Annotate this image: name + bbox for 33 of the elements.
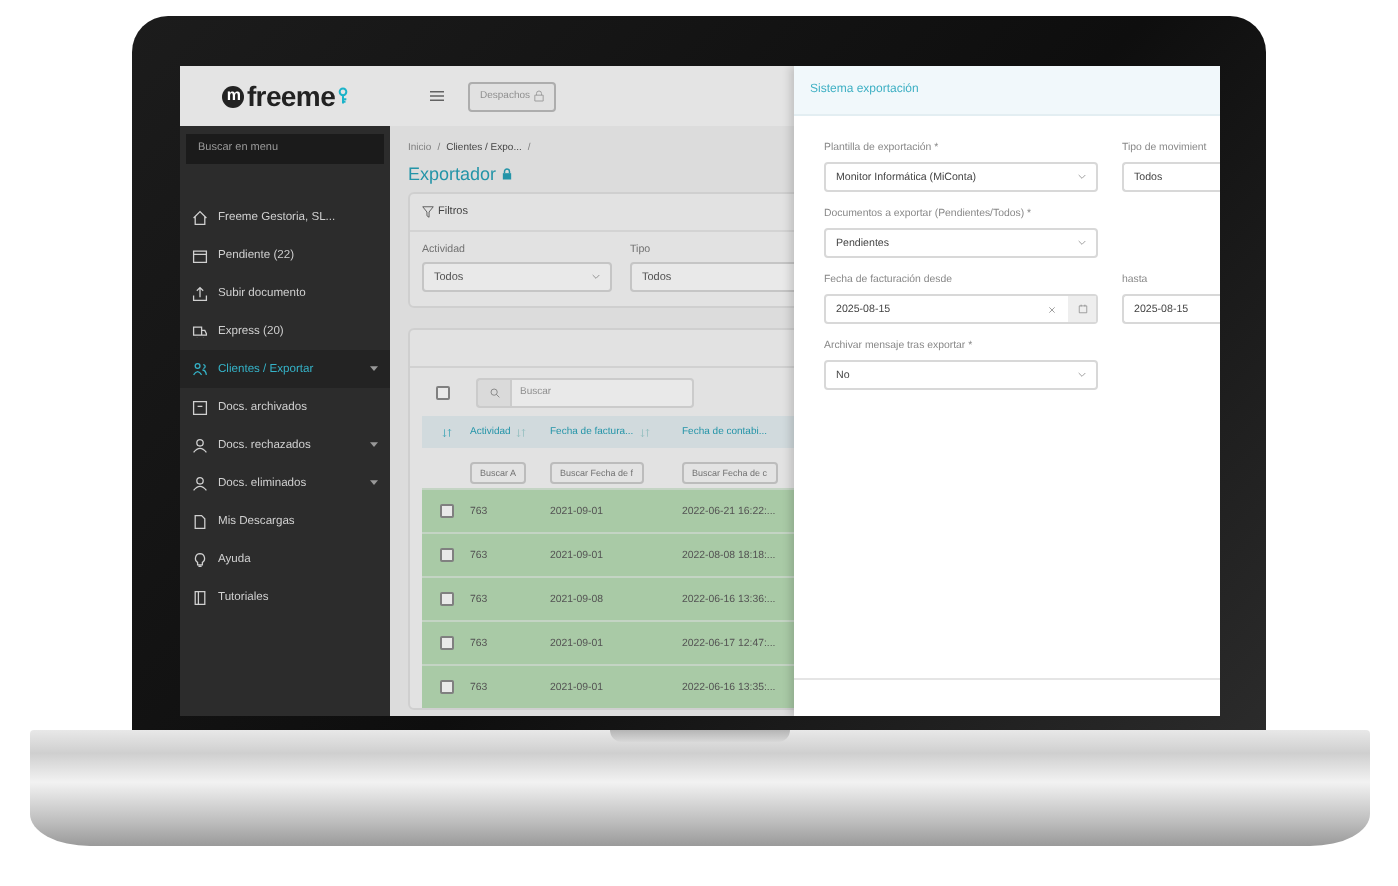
people-icon	[192, 361, 208, 377]
lock-icon	[534, 90, 545, 102]
logo-text: freeme	[246, 82, 336, 110]
box-icon	[192, 399, 208, 415]
chevron-icon	[1078, 174, 1086, 180]
lock-icon	[502, 168, 513, 180]
row-checkbox[interactable]	[439, 548, 453, 562]
house-icon	[192, 209, 208, 225]
row-checkbox[interactable]	[439, 680, 453, 694]
key-icon	[337, 86, 348, 106]
chevron-icon	[592, 274, 600, 280]
menu-icon[interactable]	[430, 90, 444, 102]
chevron-icon	[1078, 372, 1086, 378]
sort-icon[interactable]	[441, 427, 451, 437]
select-all-checkbox[interactable]	[436, 385, 450, 399]
upload-icon	[192, 285, 208, 301]
person-icon	[192, 475, 208, 491]
chevron-icon	[1078, 240, 1086, 246]
calendar-icon	[192, 247, 208, 263]
clear-icon[interactable]	[1048, 305, 1056, 313]
row-checkbox[interactable]	[439, 592, 453, 606]
search-icon	[489, 387, 499, 397]
book-icon	[192, 589, 208, 605]
person-icon	[192, 437, 208, 453]
document-icon	[192, 513, 208, 529]
filter-icon	[422, 206, 434, 218]
calendar-icon[interactable]	[1077, 304, 1087, 314]
bulb-icon	[192, 551, 208, 567]
row-checkbox[interactable]	[439, 504, 453, 518]
logo-mark: m	[222, 85, 245, 107]
page-title: Exportador	[408, 164, 497, 184]
truck-icon	[192, 323, 208, 339]
row-checkbox[interactable]	[439, 636, 453, 650]
